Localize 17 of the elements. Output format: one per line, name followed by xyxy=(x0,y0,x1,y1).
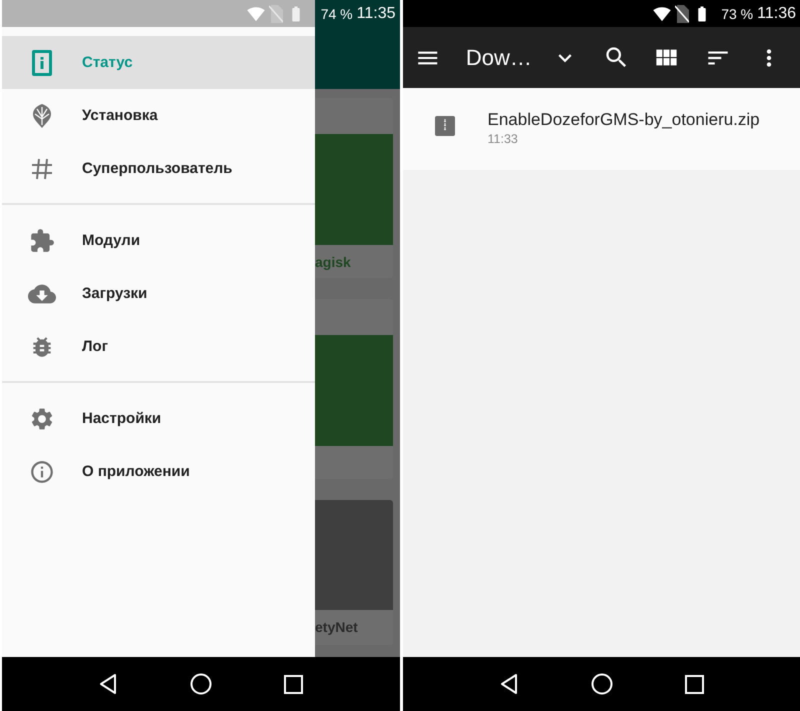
drawer-item[interactable]: Лог xyxy=(2,320,315,373)
drawer-item[interactable]: Загрузки xyxy=(2,267,315,320)
clock: 11:36 xyxy=(757,4,796,22)
battery-percent: 73 % xyxy=(721,6,754,22)
card-title: etyNet xyxy=(315,618,359,635)
drawer-item[interactable]: О приложении xyxy=(2,445,315,498)
drawer-item[interactable]: Суперпользователь xyxy=(2,142,315,195)
battery-percent: 74 % xyxy=(320,6,353,22)
toolbar-title: Dow… xyxy=(464,44,533,70)
drawer-item[interactable]: Настройки xyxy=(2,392,315,445)
file-row[interactable]: EnableDozeforGMS-by_otonieru.zip 11:33 xyxy=(402,88,800,170)
card-title: agisk xyxy=(315,253,352,270)
drawer-item[interactable]: Модули xyxy=(2,214,315,267)
clock: 11:35 xyxy=(356,4,396,22)
drawer-item[interactable]: Установка xyxy=(2,89,315,142)
file-name: EnableDozeforGMS-by_otonieru.zip xyxy=(488,110,760,130)
file-time: 11:33 xyxy=(488,132,519,146)
